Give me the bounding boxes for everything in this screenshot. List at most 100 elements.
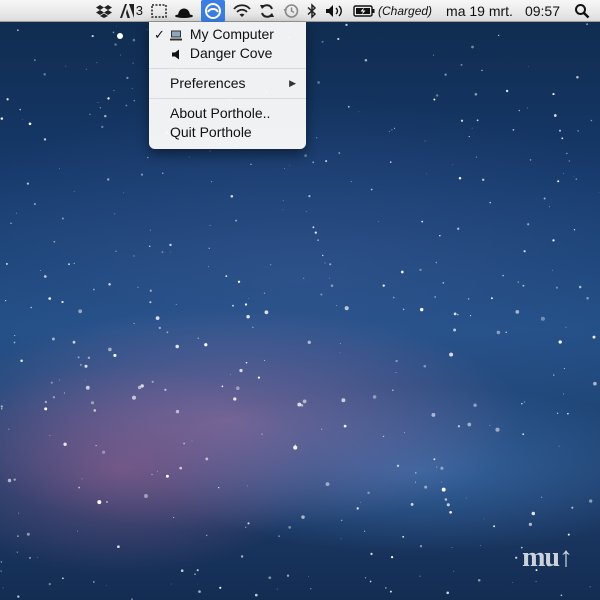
- sync-icon[interactable]: [259, 0, 275, 22]
- star: [312, 161, 315, 164]
- star: [173, 516, 175, 518]
- star: [535, 581, 537, 583]
- star: [106, 500, 108, 503]
- star: [517, 281, 520, 283]
- star: [358, 111, 360, 113]
- star: [85, 379, 86, 381]
- star: [97, 500, 102, 505]
- star: [453, 312, 457, 316]
- star: [87, 356, 91, 359]
- star: [132, 62, 134, 64]
- star: [495, 427, 500, 432]
- star: [197, 337, 199, 339]
- star: [122, 192, 124, 194]
- star: [308, 576, 310, 577]
- star: [59, 168, 60, 170]
- star: [263, 292, 266, 294]
- star: [558, 129, 562, 132]
- star: [453, 570, 455, 572]
- star: [528, 522, 532, 526]
- menu-item-preferences[interactable]: Preferences ▶: [149, 74, 306, 93]
- star: [225, 275, 228, 277]
- star: [419, 268, 422, 272]
- dropbox-icon[interactable]: [95, 0, 112, 22]
- star: [151, 380, 154, 383]
- menu-separator: [149, 68, 306, 69]
- star: [93, 409, 97, 412]
- star: [133, 255, 135, 257]
- bowler-hat-icon[interactable]: [175, 0, 194, 22]
- star: [474, 93, 478, 96]
- star: [264, 310, 269, 315]
- star: [108, 283, 111, 286]
- star: [458, 177, 462, 180]
- battery-menu-item[interactable]: (Charged): [353, 0, 432, 22]
- menu-item-label: About Porthole..: [170, 105, 271, 121]
- star: [158, 326, 161, 330]
- star: [50, 381, 53, 384]
- star: [307, 340, 311, 344]
- star: [239, 368, 243, 373]
- wifi-icon[interactable]: [233, 0, 251, 22]
- star: [419, 545, 423, 548]
- star: [198, 590, 201, 593]
- star: [560, 594, 563, 597]
- star: [52, 396, 56, 399]
- screenshot-selection-icon[interactable]: [151, 0, 167, 22]
- star: [571, 506, 574, 509]
- submenu-arrow-icon: ▶: [289, 78, 296, 88]
- star: [325, 482, 330, 486]
- star: [49, 435, 51, 437]
- star: [482, 178, 485, 181]
- star: [389, 161, 392, 163]
- star: [33, 203, 36, 206]
- star: [196, 569, 199, 572]
- star: [390, 555, 394, 559]
- adobe-updates-item[interactable]: 3: [119, 0, 143, 22]
- bluetooth-icon[interactable]: [307, 0, 317, 22]
- star: [80, 364, 82, 366]
- time-machine-icon[interactable]: [283, 0, 299, 22]
- star: [28, 122, 32, 126]
- star: [392, 296, 395, 299]
- star: [498, 34, 500, 37]
- star: [196, 583, 198, 585]
- battery-status: (Charged): [378, 3, 433, 18]
- menu-item-danger-cove[interactable]: Danger Cove: [149, 44, 306, 63]
- star: [131, 395, 137, 400]
- star: [531, 511, 536, 516]
- star: [529, 159, 532, 161]
- star: [335, 304, 338, 307]
- star: [2, 587, 4, 589]
- star: [567, 412, 569, 415]
- star: [107, 97, 110, 100]
- menu-item-my-computer[interactable]: ✓ My Computer: [149, 25, 306, 44]
- volume-icon[interactable]: [325, 0, 345, 22]
- star: [552, 93, 555, 96]
- star: [17, 595, 20, 598]
- star: [528, 66, 529, 67]
- star: [91, 35, 94, 38]
- star: [286, 574, 290, 577]
- star: [434, 296, 436, 298]
- star: [194, 573, 196, 575]
- spotlight-icon[interactable]: [574, 0, 590, 22]
- porthole-icon[interactable]: [201, 0, 226, 22]
- star: [149, 229, 151, 231]
- star: [449, 510, 452, 514]
- star: [305, 211, 307, 212]
- menu-item-quit[interactable]: Quit Porthole: [149, 123, 306, 142]
- star: [415, 481, 416, 483]
- battery-icon: [353, 4, 375, 17]
- star: [268, 576, 272, 580]
- star: [250, 163, 252, 165]
- star: [237, 280, 241, 283]
- star: [523, 250, 526, 253]
- star: [269, 263, 272, 266]
- star: [264, 360, 266, 362]
- menu-item-label: Danger Cove: [189, 45, 273, 61]
- star: [77, 356, 80, 359]
- menu-item-about[interactable]: About Porthole..: [149, 104, 306, 123]
- star: [325, 160, 328, 163]
- clock-menu-item[interactable]: ma 19 mrt. 09:57: [440, 0, 566, 22]
